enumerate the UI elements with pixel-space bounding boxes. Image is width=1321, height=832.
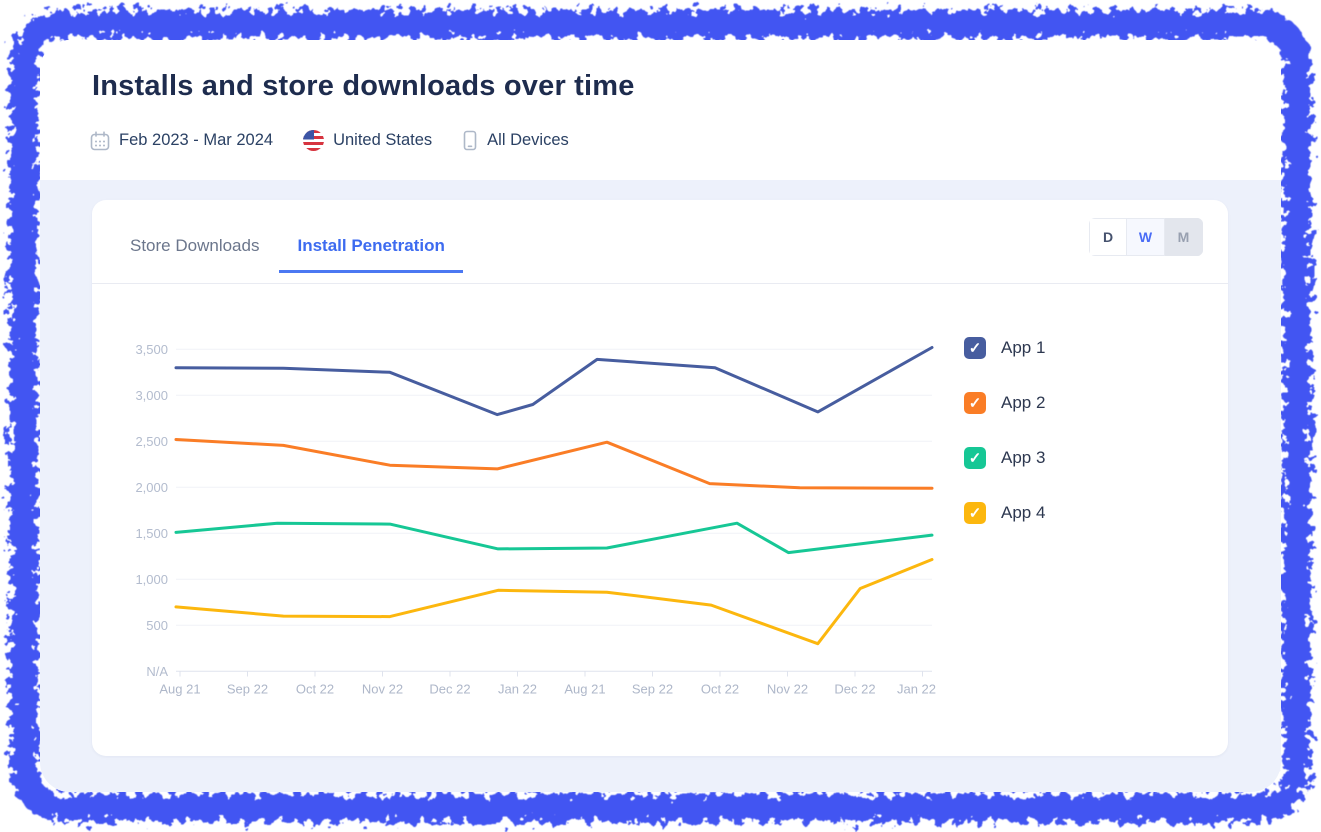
- tab-install-penetration[interactable]: Install Penetration: [279, 236, 462, 273]
- granularity-month-button[interactable]: M: [1165, 218, 1203, 256]
- x-axis-label: Sep 22: [227, 681, 268, 696]
- y-axis-label: 3,000: [135, 388, 168, 403]
- devices-label: All Devices: [487, 131, 569, 150]
- legend-label: App 3: [1001, 448, 1045, 468]
- x-axis-label: Jan 22: [498, 681, 537, 696]
- tab-bar: Store Downloads Install Penetration: [112, 236, 463, 273]
- legend-item-app-2[interactable]: ✓ App 2: [964, 392, 1045, 414]
- us-flag-icon: [303, 130, 324, 151]
- x-axis-label: Oct 22: [701, 681, 739, 696]
- main-card: Installs and store downloads over time F…: [40, 40, 1281, 792]
- devices: All Devices: [462, 130, 569, 151]
- y-axis-label: 1,000: [135, 572, 168, 587]
- x-axis-label: Aug 21: [564, 681, 605, 696]
- page-title: Installs and store downloads over time: [92, 70, 635, 103]
- legend-checkbox[interactable]: ✓: [964, 337, 986, 359]
- y-axis-label: 3,500: [135, 342, 168, 357]
- y-axis-label: 1,500: [135, 526, 168, 541]
- chart-card: Store Downloads Install Penetration D W …: [92, 200, 1228, 756]
- y-axis-label: 2,500: [135, 434, 168, 449]
- x-axis-label: Nov 22: [362, 681, 403, 696]
- series-line-app-2: [176, 440, 932, 489]
- x-axis-label: Dec 22: [834, 681, 875, 696]
- legend-item-app-1[interactable]: ✓ App 1: [964, 337, 1045, 359]
- x-axis-label: Aug 21: [159, 681, 200, 696]
- legend-checkbox[interactable]: ✓: [964, 447, 986, 469]
- y-axis-label: 500: [146, 618, 168, 633]
- date-range: Feb 2023 - Mar 2024: [90, 131, 273, 151]
- x-axis-label: Oct 22: [296, 681, 334, 696]
- legend-item-app-4[interactable]: ✓ App 4: [964, 502, 1045, 524]
- legend-checkbox[interactable]: ✓: [964, 392, 986, 414]
- x-axis-label: Nov 22: [767, 681, 808, 696]
- granularity-toggle: D W M: [1089, 218, 1203, 256]
- line-chart: 3,500 3,000 2,500 2,000 1,500 1,000 500 N/A Aug …: [122, 325, 952, 715]
- date-range-label: Feb 2023 - Mar 2024: [119, 131, 273, 150]
- legend-label: App 1: [1001, 338, 1045, 358]
- x-axis-label: Sep 22: [632, 681, 673, 696]
- series-line-app-3: [176, 523, 932, 552]
- series-line-app-4: [176, 560, 932, 644]
- granularity-week-button[interactable]: W: [1127, 218, 1165, 256]
- legend-item-app-3[interactable]: ✓ App 3: [964, 447, 1045, 469]
- y-axis-label: 2,000: [135, 480, 168, 495]
- legend-label: App 4: [1001, 503, 1045, 523]
- country-label: United States: [333, 131, 432, 150]
- legend-label: App 2: [1001, 393, 1045, 413]
- series-line-app-1: [176, 348, 932, 415]
- country: United States: [303, 130, 432, 151]
- device-icon: [462, 130, 478, 151]
- tabs-divider: [92, 283, 1228, 284]
- x-axis-label: Dec 22: [429, 681, 470, 696]
- chart-legend: ✓ App 1 ✓ App 2 ✓ App 3 ✓ App 4: [964, 337, 1045, 557]
- y-axis-label: N/A: [146, 664, 168, 679]
- x-axis-label: Jan 22: [897, 681, 936, 696]
- granularity-day-button[interactable]: D: [1089, 218, 1127, 256]
- tab-store-downloads[interactable]: Store Downloads: [112, 236, 277, 273]
- report-header: Installs and store downloads over time F…: [40, 40, 1281, 180]
- legend-checkbox[interactable]: ✓: [964, 502, 986, 524]
- calendar-icon: [90, 131, 110, 151]
- report-meta: Feb 2023 - Mar 2024 United States: [90, 130, 569, 151]
